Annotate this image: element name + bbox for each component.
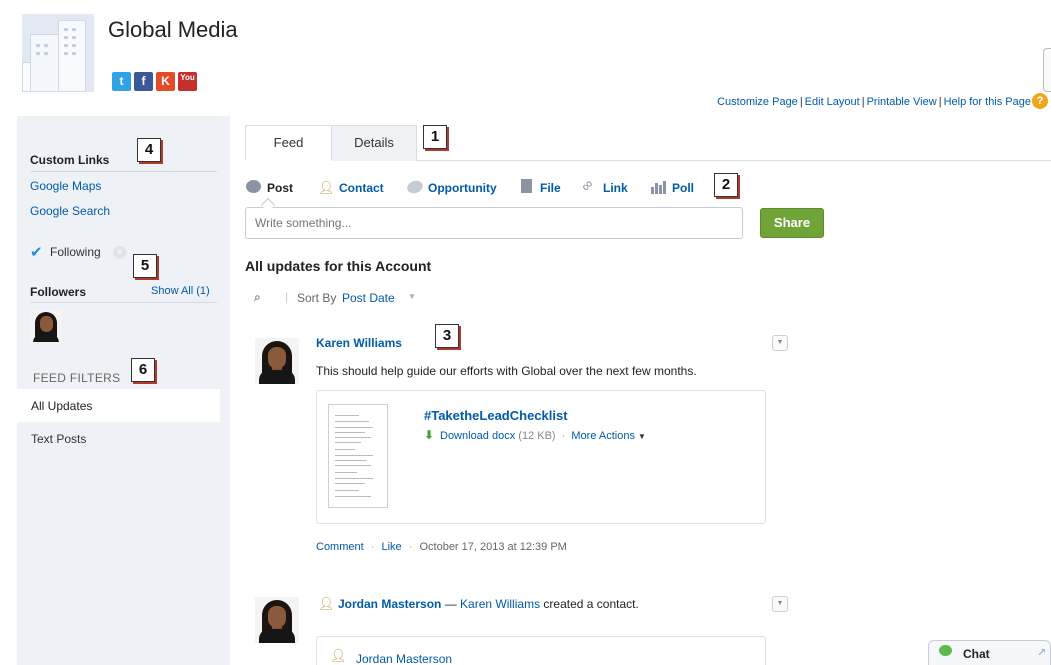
chat-widget[interactable]: Chat ↗	[928, 640, 1051, 665]
filter-label: All Updates	[31, 399, 93, 413]
publisher-text-input[interactable]	[245, 207, 743, 239]
publisher-file-action[interactable]: File	[540, 181, 561, 195]
record-name-link[interactable]: Jordan Masterson	[356, 652, 452, 665]
google-maps-link[interactable]: Google Maps	[30, 179, 101, 193]
help-link[interactable]: Help for this Page	[944, 96, 1031, 108]
help-icon[interactable]: ?	[1032, 93, 1048, 109]
filter-text-posts[interactable]: Text Posts	[31, 432, 86, 446]
checkmark-icon: ✔	[30, 244, 43, 261]
callout-6: 6	[131, 358, 155, 382]
publisher-post-action[interactable]: Post	[267, 181, 293, 195]
share-button[interactable]: Share	[760, 208, 824, 238]
author-avatar[interactable]	[255, 338, 299, 384]
publisher-opportunity-action[interactable]: Opportunity	[428, 181, 497, 195]
comment-link[interactable]: Comment	[316, 541, 364, 553]
actor-link[interactable]: Karen Williams	[460, 597, 540, 611]
post-menu-button[interactable]: ▼	[772, 596, 788, 612]
publisher-poll-action[interactable]: Poll	[672, 181, 694, 195]
search-icon[interactable]: ⌕	[254, 290, 261, 305]
follower-avatar[interactable]	[30, 310, 62, 342]
callout-1: 1	[423, 125, 447, 149]
dash: —	[444, 597, 457, 611]
unfollow-icon[interactable]: ×	[113, 246, 126, 259]
twitter-icon[interactable]: t	[112, 72, 131, 91]
edit-layout-link[interactable]: Edit Layout	[805, 96, 860, 108]
sort-by-label: Sort By	[297, 291, 337, 305]
account-logo	[22, 14, 94, 92]
callout-3: 3	[435, 324, 459, 348]
more-actions-link[interactable]: More Actions	[571, 430, 635, 442]
file-size: (12 KB)	[518, 430, 556, 442]
download-link[interactable]: Download docx	[440, 430, 515, 442]
klout-icon[interactable]: K	[156, 72, 175, 91]
publisher-contact-action[interactable]: Contact	[339, 181, 384, 195]
file-icon	[521, 179, 532, 193]
chat-label: Chat	[963, 647, 990, 661]
page-links: Customize Page | Edit Layout | Printable Vie…	[717, 96, 1031, 108]
post-author-link[interactable]: Karen Williams	[316, 336, 402, 350]
show-all-followers-link[interactable]: Show All (1)	[151, 285, 210, 297]
chevron-down-icon[interactable]: ▼	[638, 432, 646, 441]
publisher-link-action[interactable]: Link	[603, 181, 628, 195]
google-search-link[interactable]: Google Search	[30, 204, 110, 218]
filter-all-updates[interactable]: All Updates	[17, 389, 220, 422]
divider	[30, 171, 217, 172]
chevron-down-icon[interactable]: ▼	[408, 292, 416, 301]
document-thumbnail[interactable]	[328, 404, 388, 508]
chat-bubble-icon	[939, 645, 952, 656]
following-status[interactable]: Following	[50, 245, 101, 259]
tab-feed[interactable]: Feed	[245, 125, 332, 161]
feed-heading: All updates for this Account	[245, 258, 432, 274]
link-icon: ∞	[577, 175, 598, 196]
facebook-icon[interactable]: f	[134, 72, 153, 91]
divider: |	[285, 290, 289, 304]
author-avatar[interactable]	[255, 597, 299, 643]
like-link[interactable]: Like	[381, 541, 401, 553]
feed-filters-heading: FEED FILTERS	[33, 371, 121, 385]
post-bubble-icon	[246, 180, 261, 193]
callout-4: 4	[137, 138, 161, 162]
header-side-control[interactable]	[1043, 48, 1051, 92]
post-menu-button[interactable]: ▼	[772, 335, 788, 351]
post-timestamp: October 17, 2013 at 12:39 PM	[419, 541, 567, 553]
file-name-link[interactable]: #TaketheLeadChecklist	[424, 408, 568, 423]
download-icon: ⬇	[424, 428, 435, 442]
followers-heading: Followers	[30, 285, 87, 299]
sort-dropdown[interactable]: Post Date	[342, 291, 395, 305]
page-title: Global Media	[108, 17, 238, 42]
custom-links-heading: Custom Links	[30, 153, 110, 167]
contact-icon: 👤︎	[318, 180, 335, 195]
divider	[30, 302, 217, 303]
popout-icon[interactable]: ↗	[1037, 646, 1046, 659]
contact-icon: 👤︎	[318, 596, 335, 611]
youtube-icon[interactable]: You	[178, 72, 197, 91]
record-link[interactable]: Jordan Masterson	[338, 597, 441, 611]
activity-text: created a contact.	[543, 597, 639, 611]
callout-5: 5	[133, 254, 157, 278]
printable-view-link[interactable]: Printable View	[867, 96, 937, 108]
opportunity-icon	[405, 178, 425, 196]
customize-page-link[interactable]: Customize Page	[717, 96, 798, 108]
tab-details[interactable]: Details	[331, 125, 417, 161]
callout-2: 2	[714, 173, 738, 197]
contact-icon: 👤︎	[330, 648, 347, 663]
post-text: This should help guide our efforts with …	[316, 364, 697, 378]
